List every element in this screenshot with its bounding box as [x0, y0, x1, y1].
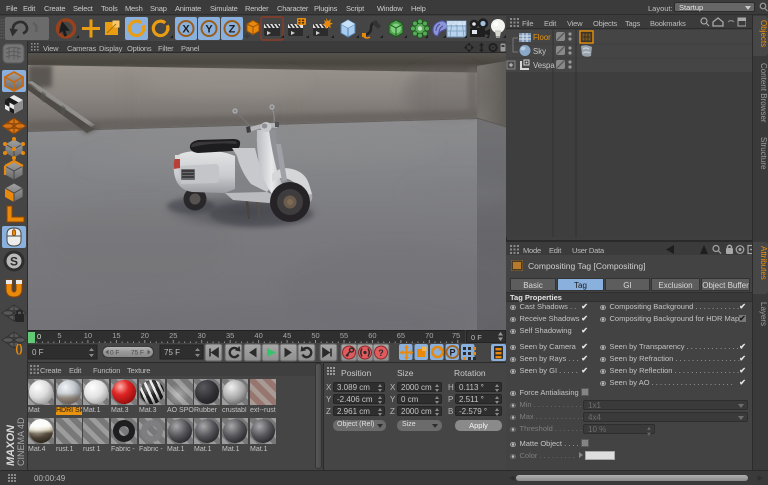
svg-text:70: 70: [425, 331, 433, 340]
svg-text:0 F: 0 F: [110, 350, 119, 357]
svg-text:65: 65: [397, 331, 405, 340]
svg-text:?: ?: [378, 348, 384, 358]
svg-text:40: 40: [254, 331, 262, 340]
svg-text:20: 20: [141, 331, 149, 340]
svg-text:Sky: Sky: [533, 47, 546, 56]
svg-text:P: P: [449, 348, 455, 358]
svg-text:Floor: Floor: [533, 33, 551, 42]
svg-text:60: 60: [368, 331, 376, 340]
svg-text:25: 25: [169, 331, 177, 340]
svg-text:15: 15: [112, 331, 120, 340]
svg-text:Vespa: Vespa: [533, 61, 555, 70]
svg-text:0 F: 0 F: [32, 348, 44, 357]
svg-text:5: 5: [57, 331, 61, 340]
svg-text:55: 55: [340, 331, 348, 340]
svg-text:75 F: 75 F: [131, 350, 144, 357]
svg-text:S: S: [10, 255, 18, 269]
svg-text:Y: Y: [205, 24, 213, 36]
svg-text:75 F: 75 F: [164, 348, 180, 357]
svg-text:35: 35: [226, 331, 234, 340]
svg-text:50: 50: [311, 331, 319, 340]
svg-text:75: 75: [452, 331, 460, 340]
svg-text:45: 45: [283, 331, 291, 340]
svg-text:30: 30: [198, 331, 206, 340]
svg-text:X: X: [182, 24, 190, 36]
svg-text:(): (): [15, 343, 23, 355]
svg-text:0: 0: [37, 332, 41, 341]
svg-text:10: 10: [84, 331, 92, 340]
svg-text:Z: Z: [229, 24, 236, 36]
